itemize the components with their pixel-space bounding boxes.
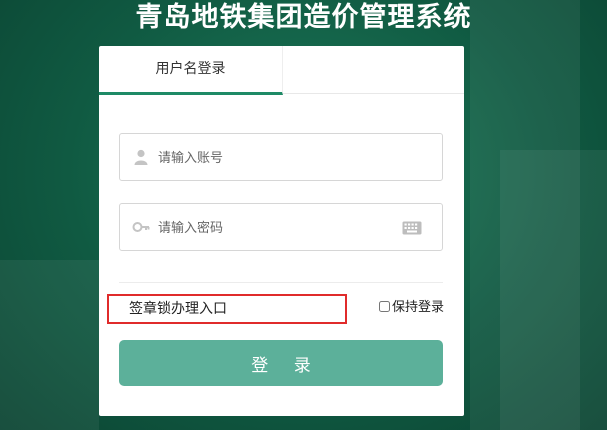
user-icon <box>134 149 148 165</box>
account-input[interactable] <box>156 146 390 170</box>
remember-checkbox[interactable] <box>378 301 390 312</box>
login-tabs: 用户名登录 <box>99 46 464 95</box>
remember-label: 保持登录 <box>391 300 444 315</box>
login-button[interactable]: 登 录 <box>119 340 443 386</box>
password-field <box>119 203 443 251</box>
login-panel: 用户名登录 签章锁办理入口 保持登录 登 录 <box>99 46 464 416</box>
password-input[interactable] <box>156 216 390 240</box>
remember-login[interactable]: 保持登录 <box>378 296 444 315</box>
key-icon <box>132 222 150 232</box>
account-field <box>119 133 443 181</box>
seal-lock-link[interactable]: 签章锁办理入口 <box>107 294 347 324</box>
keyboard-icon[interactable] <box>402 221 422 235</box>
tab-username-login[interactable]: 用户名登录 <box>99 46 283 95</box>
page-title: 青岛地铁集团造价管理系统 <box>135 2 472 33</box>
form-divider <box>119 282 443 283</box>
